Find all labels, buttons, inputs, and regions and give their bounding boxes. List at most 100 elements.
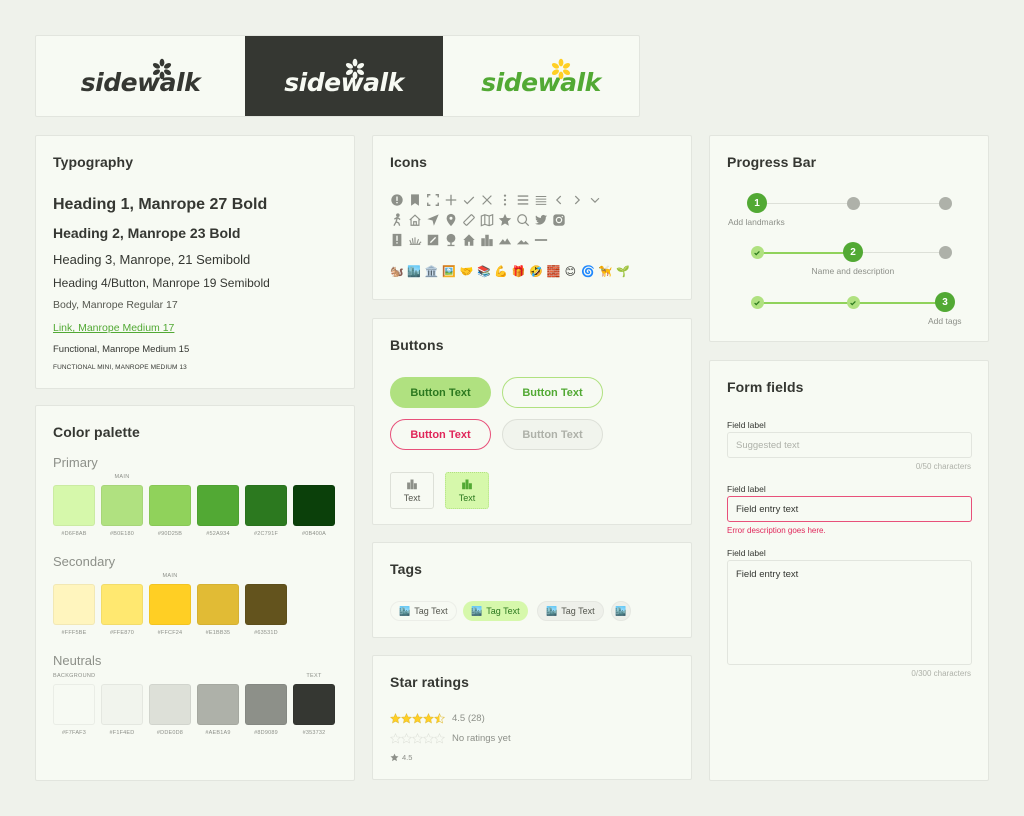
link-sample[interactable]: Link, Manrope Medium 17 [53,322,174,334]
search-icon [516,213,530,227]
functional-sample: Functional, Manrope Medium 15 [53,344,190,355]
tag-chip-icon-only[interactable]: 🏙️ [611,601,631,621]
emoji-icon: 💪 [494,266,509,278]
card-title: Progress Bar [727,154,817,170]
buildings-icon [480,233,494,247]
star-icon [423,713,434,724]
primary-swatches: #D6F8AB MAIN #B0E180 #90D25B #52A934 #2C791F #… [53,474,335,537]
step-upcoming [938,246,952,259]
text-input-error[interactable] [727,496,972,522]
swatch-color [149,684,191,725]
swatch-tag: BACKGROUND [53,673,96,679]
swatch-tag: TEXT [306,673,322,679]
step-label: Add landmarks [728,217,785,227]
swatch-hex: #E1BB35 [205,630,231,636]
secondary-button[interactable]: Button Text [502,377,603,408]
twitter-icon [534,213,548,227]
icon-tile-button[interactable]: Text [390,472,434,509]
home-icon [408,213,422,227]
star-icon [498,213,512,227]
logo-inverse: sidewalk [245,36,443,116]
stepper: 2 Name and description [710,242,988,276]
rating-text: 4.5 [402,753,413,762]
neutral-swatches: BACKGROUND #F7FAF3 #F1F4ED #DDE0D8 #AEB1A9 #8… [53,673,335,736]
card-title: Form fields [727,379,804,395]
swatch-color [245,485,287,526]
danger-button[interactable]: Button Text [390,419,491,450]
swatch-color [245,684,287,725]
textarea-input[interactable]: Field entry text [727,560,972,665]
tag-chip-default[interactable]: 🏙️ Tag Text [390,601,457,621]
logo-brand: sidewalk [443,36,639,116]
character-counter: 0/50 characters [915,462,971,471]
color-swatch: #E1BB35 [197,584,239,636]
secondary-group-title: Secondary [53,554,116,569]
stepper: 1 Add landmarks [710,193,988,227]
swatch-color [53,684,95,725]
swatch-color [149,485,191,526]
primary-button[interactable]: Button Text [390,377,491,408]
icon-tile-button-selected[interactable]: Text [445,472,489,509]
character-counter: 0/300 characters [911,669,971,678]
swatch-hex: #D6F8AB [61,531,87,537]
logo-wordmark: sidewalk [80,67,201,97]
star-icon [390,713,401,724]
menu-icon [516,193,530,207]
tag-chip-hover[interactable]: 🏙️ Tag Text [537,601,604,621]
typography-card: Typography Heading 1, Manrope 27 Bold He… [35,135,355,389]
text-input-empty[interactable] [727,432,972,458]
swatch-color [197,584,239,625]
star-icon [423,733,434,744]
star-icon [434,733,445,744]
color-swatch: #FFE870 [101,584,143,636]
step-label: Add tags [928,316,962,326]
tag-label: Tag Text [414,606,448,616]
color-swatch: #DDE0D8 [149,684,191,736]
tag-label: Tag Text [486,606,520,616]
color-swatch: #F1F4ED [101,684,143,736]
swatch-hex: #0B400A [301,531,327,537]
star-icon [412,713,423,724]
progress-connector [853,203,945,204]
emoji-icon: 😊 [564,266,577,278]
card-title: Tags [390,561,423,577]
swatch-color [197,485,239,526]
star-rating [390,713,445,724]
swatch-color [245,584,287,625]
star-icon [412,733,423,744]
swatch-hex: #F1F4ED [109,730,135,736]
logo-strip: sidewalk sidewalk sidewalk [35,35,640,117]
buildings-icon [462,479,472,490]
buttons-card: Buttons Button Text Button Text Button T… [372,318,692,525]
color-swatch: MAIN #B0E180 [101,474,143,537]
tag-chip-selected[interactable]: 🏙️ Tag Text [463,601,528,621]
color-swatch: TEXT #353732 [293,673,335,736]
emoji-icon: 🌱 [616,266,630,278]
emoji-row: 🐿️ 🏙️ 🏛️ 🖼️ 🤝 📚 💪 🎁 🤣 🧱 😊 🌀 🦮 🌱 [390,266,630,279]
swatch-hex: #B0E180 [109,531,135,537]
check-icon [754,250,760,255]
swatch-color [293,485,335,526]
swatch-color [149,584,191,625]
disabled-button[interactable]: Button Text [502,419,603,450]
color-swatch: #0B400A [293,485,335,537]
minus-icon [534,233,548,247]
swatch-hex: #F7FAF3 [61,730,87,736]
grass-icon [408,233,422,247]
color-swatch: BACKGROUND #F7FAF3 [53,673,95,736]
rating-row: 4.5 (28) [390,713,485,724]
emoji-icon: 📚 [476,266,491,278]
icon-row-ui [390,193,602,207]
emoji-icon: 🏙️ [407,266,422,278]
swatch-hex: #8D9089 [254,730,278,736]
card-title: Color palette [53,424,140,440]
color-swatch: #FFF5BE [53,584,95,636]
emoji-icon: 🌀 [581,266,595,278]
flower-icon [345,58,365,80]
swatch-color [101,485,143,526]
neutrals-group-title: Neutrals [53,653,102,668]
buildings-icon [407,479,417,490]
step-current: 3 [935,292,955,312]
heading-4-sample: Heading 4/Button, Manrope 19 Semibold [53,276,270,290]
check-icon [462,193,476,207]
